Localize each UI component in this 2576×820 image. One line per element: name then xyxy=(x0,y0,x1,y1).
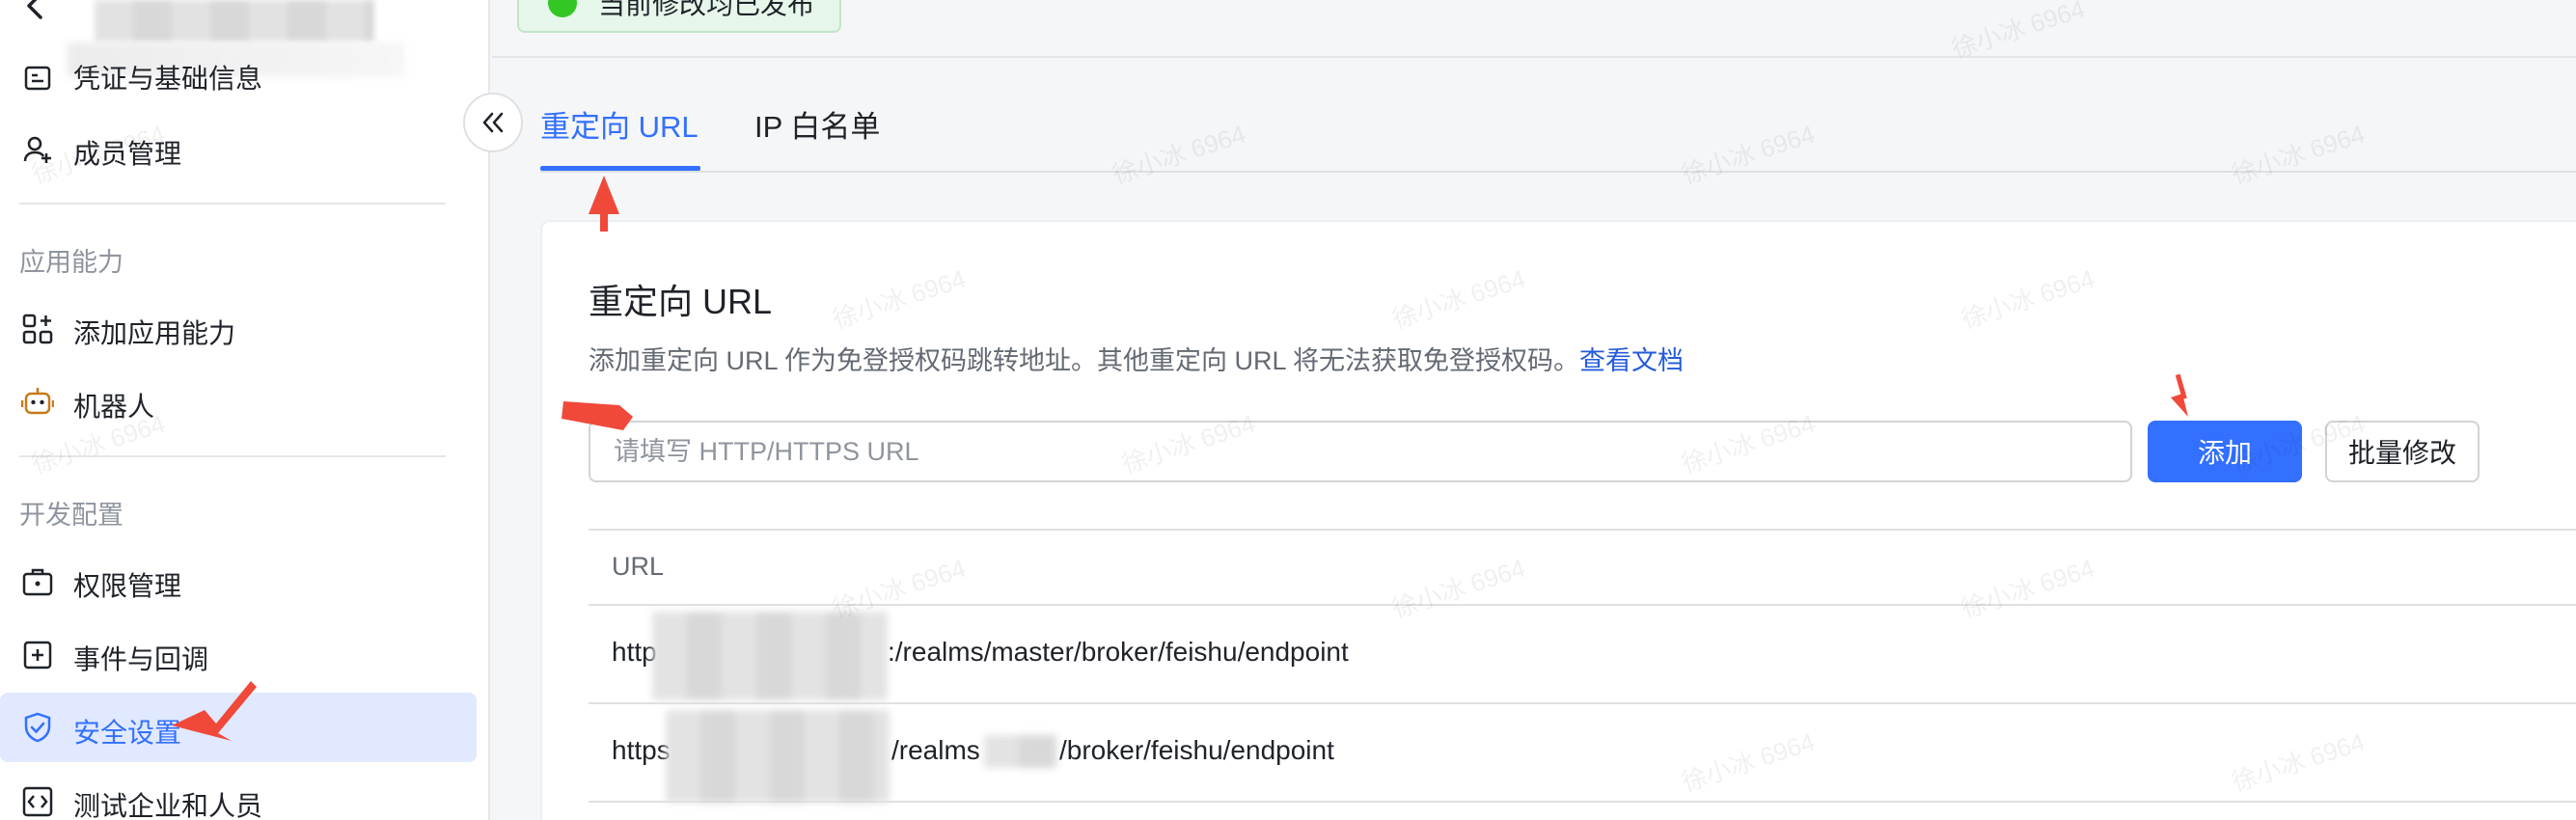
sidebar-item-label: 测试企业和人员 xyxy=(73,791,263,820)
table-row: http :/realms/master/broker/feishu/endpo… xyxy=(589,606,2576,704)
sidebar-item-members[interactable]: 成员管理 xyxy=(0,116,488,183)
url-suffix: :/realms/master/broker/feishu/endpoint xyxy=(888,637,1349,667)
column-header-url: URL xyxy=(612,552,665,581)
sidebar-item-test-enterprise[interactable]: 测试企业和人员 xyxy=(0,768,488,820)
sidebar: 凭证与基础信息 成员管理 应用能力 添加应用能力 机器人 开发配置 权限管理 事… xyxy=(0,0,490,820)
watermark: 徐小冰 6964 xyxy=(1109,119,1249,190)
redacted-realm xyxy=(984,735,1057,768)
publish-status-toast: 当前修改均已发布 xyxy=(517,0,841,33)
description-text: 添加重定向 URL 作为免登授权码跳转地址。其他重定向 URL 将无法获取免登授… xyxy=(589,346,1580,375)
tab-bar-baseline xyxy=(540,171,2576,173)
sidebar-item-label: 机器人 xyxy=(73,392,155,422)
collapse-sidebar-button[interactable] xyxy=(463,93,523,152)
redirect-url-input[interactable] xyxy=(589,421,2132,482)
event-plus-icon xyxy=(19,637,56,673)
sidebar-item-credentials[interactable]: 凭证与基础信息 xyxy=(0,42,488,110)
url-prefix: http xyxy=(612,637,657,667)
user-add-icon xyxy=(19,131,56,168)
table-row: https /realms /broker/feishu/endpoint xyxy=(589,704,2576,803)
url-middle: /realms xyxy=(891,735,980,765)
section-dev-config: 开发配置 xyxy=(19,501,123,530)
card-description: 添加重定向 URL 作为免登授权码跳转地址。其他重定向 URL 将无法获取免登授… xyxy=(589,340,1684,377)
active-highlight xyxy=(0,693,477,762)
sidebar-item-label: 事件与回调 xyxy=(73,644,209,674)
add-button[interactable]: 添加 xyxy=(2148,421,2302,482)
sidebar-item-label: 添加应用能力 xyxy=(73,318,236,348)
batch-edit-button[interactable]: 批量修改 xyxy=(2325,421,2480,482)
sidebar-item-add-capability[interactable]: 添加应用能力 xyxy=(0,295,488,363)
back-chevron-icon[interactable] xyxy=(21,0,50,21)
sidebar-item-label: 成员管理 xyxy=(73,139,182,169)
header-divider xyxy=(492,56,2576,58)
redacted-host xyxy=(666,710,890,803)
sidebar-item-robot[interactable]: 机器人 xyxy=(0,369,488,436)
active-tab-indicator xyxy=(540,166,700,171)
sidebar-item-security[interactable]: 安全设置 xyxy=(0,693,488,762)
section-app-capability: 应用能力 xyxy=(19,248,123,277)
view-docs-link[interactable]: 查看文档 xyxy=(1579,346,1684,375)
double-chevron-left-icon xyxy=(482,112,504,133)
sidebar-divider xyxy=(19,203,446,205)
sidebar-item-permissions[interactable]: 权限管理 xyxy=(0,548,488,615)
code-box-icon xyxy=(19,783,56,820)
watermark: 徐小冰 6964 xyxy=(1678,119,1819,190)
card-title: 重定向 URL xyxy=(589,282,773,321)
redacted-host xyxy=(652,612,888,700)
briefcase-icon xyxy=(19,563,56,600)
sidebar-item-events[interactable]: 事件与回调 xyxy=(0,621,488,689)
apps-add-icon xyxy=(19,311,56,347)
success-check-icon xyxy=(548,0,577,17)
watermark: 徐小冰 6964 xyxy=(2228,119,2369,190)
robot-icon xyxy=(19,384,56,421)
tab-redirect-url[interactable]: 重定向 URL xyxy=(540,96,699,158)
shield-icon xyxy=(19,709,56,746)
url-suffix: /broker/feishu/endpoint xyxy=(1059,735,1334,765)
app-name-redacted xyxy=(95,0,374,42)
sidebar-item-label: 安全设置 xyxy=(73,718,182,748)
sidebar-divider xyxy=(19,455,446,457)
credential-icon xyxy=(19,60,56,96)
url-prefix: https xyxy=(612,735,671,765)
table-header: URL xyxy=(589,529,2576,606)
toast-text: 当前修改均已发布 xyxy=(598,0,815,19)
sidebar-item-label: 凭证与基础信息 xyxy=(73,64,263,94)
sidebar-item-label: 权限管理 xyxy=(73,571,182,601)
tab-ip-whitelist[interactable]: IP 白名单 xyxy=(754,96,880,158)
